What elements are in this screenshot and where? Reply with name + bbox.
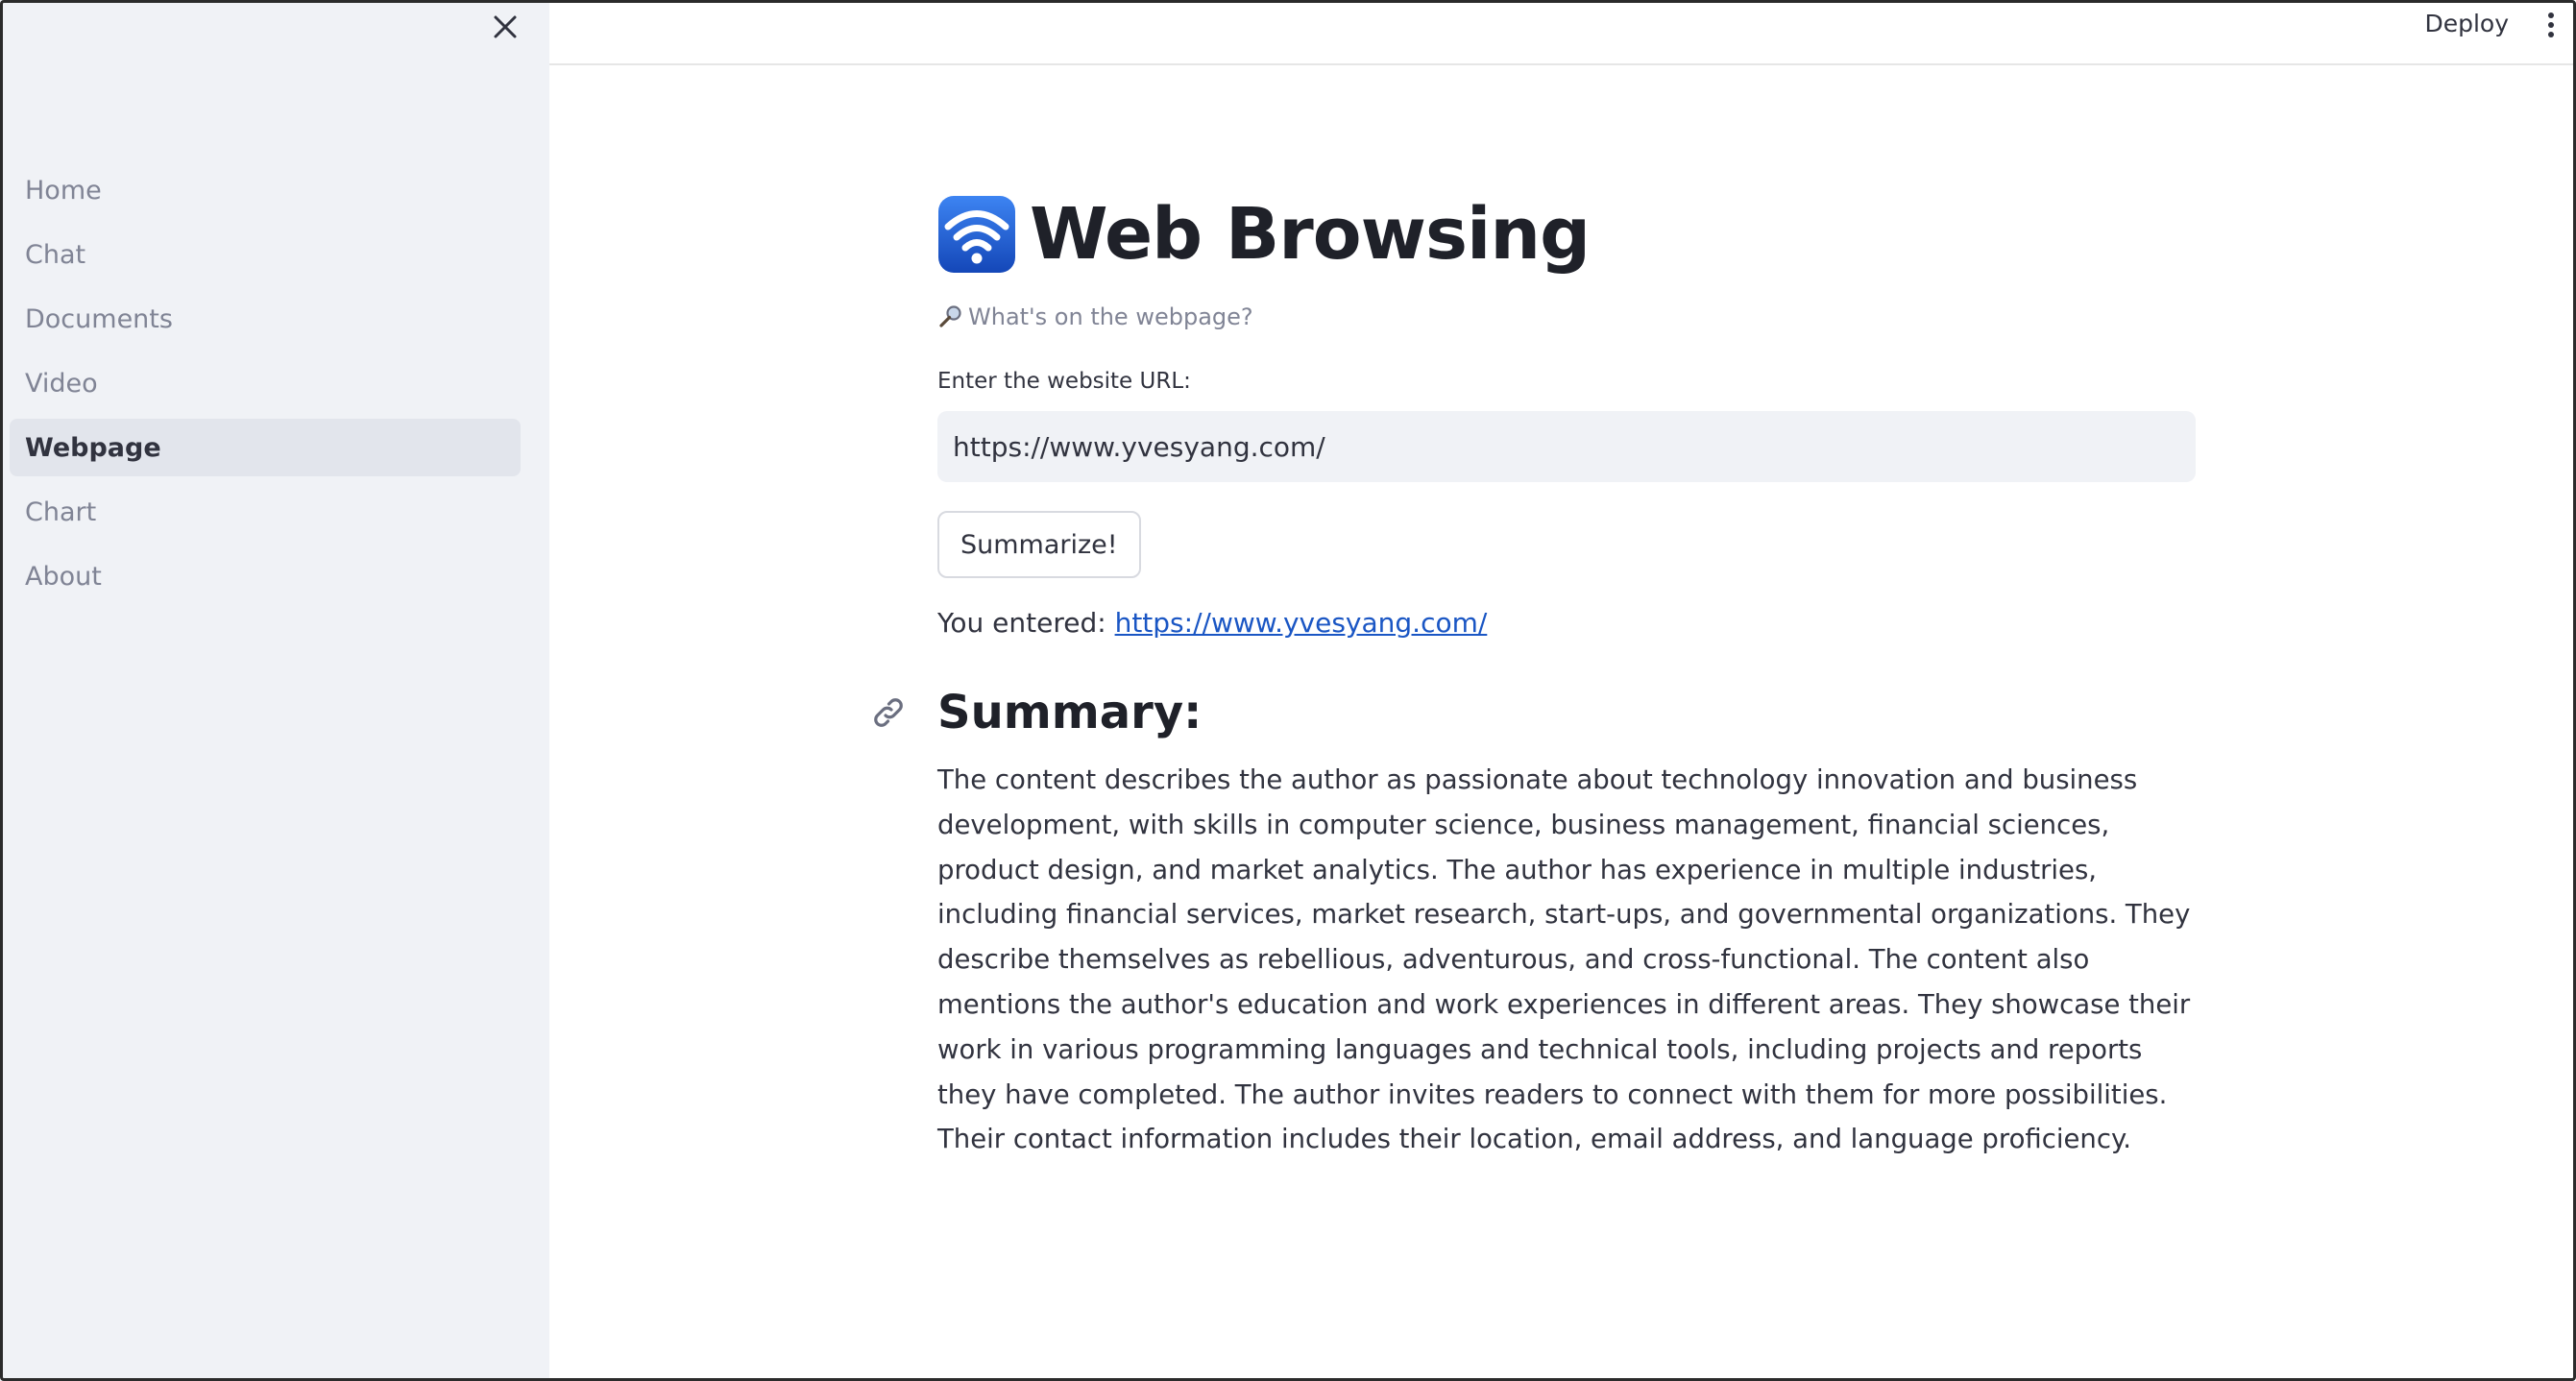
entered-url-link[interactable]: https://www.yvesyang.com/ — [1115, 607, 1488, 639]
close-icon[interactable] — [488, 10, 522, 44]
top-header: Deploy — [549, 0, 2576, 65]
kebab-menu-icon[interactable] — [2540, 10, 2563, 40]
wifi-icon — [937, 195, 1016, 274]
page-title: Web Browsing — [1030, 193, 1591, 276]
url-input-label: Enter the website URL: — [937, 369, 1191, 394]
sidebar-item-label: Documents — [25, 303, 173, 334]
sidebar-item-home[interactable]: Home — [10, 161, 521, 219]
sidebar-item-chart[interactable]: Chart — [10, 483, 521, 541]
sidebar-item-about[interactable]: About — [10, 547, 521, 605]
title-row: Web Browsing — [937, 188, 2196, 280]
summarize-button[interactable]: Summarize! — [937, 511, 1141, 578]
summary-text: The content describes the author as pass… — [937, 764, 2191, 1155]
sidebar-item-label: Home — [25, 175, 102, 206]
subtitle-text: What's on the webpage? — [968, 303, 1253, 330]
sidebar-item-webpage[interactable]: Webpage — [10, 419, 521, 476]
magnifier-icon — [937, 303, 964, 330]
main-content: Web Browsing What's on the webpage? Ente… — [874, 188, 2196, 1162]
sidebar-nav: Home Chat Documents Video Webpage Chart … — [10, 161, 521, 612]
sidebar-item-label: Webpage — [25, 432, 161, 463]
sidebar-item-video[interactable]: Video — [10, 354, 521, 412]
subtitle: What's on the webpage? — [937, 303, 2196, 330]
entered-url-row: You entered: https://www.yvesyang.com/ — [937, 607, 2196, 639]
summary-heading: Summary: — [937, 686, 1203, 739]
summary-heading-row: Summary: — [874, 681, 2196, 744]
deploy-button[interactable]: Deploy — [2424, 10, 2509, 38]
sidebar-item-label: Chart — [25, 497, 97, 527]
entered-prefix: You entered: — [937, 607, 1115, 639]
sidebar-item-label: Chat — [25, 239, 86, 270]
sidebar-item-chat[interactable]: Chat — [10, 226, 521, 283]
sidebar-item-label: About — [25, 561, 102, 592]
url-input[interactable] — [937, 411, 2196, 482]
sidebar-item-documents[interactable]: Documents — [10, 290, 521, 348]
link-icon[interactable] — [870, 694, 907, 731]
sidebar-item-label: Video — [25, 368, 98, 399]
sidebar: Home Chat Documents Video Webpage Chart … — [0, 0, 549, 1381]
